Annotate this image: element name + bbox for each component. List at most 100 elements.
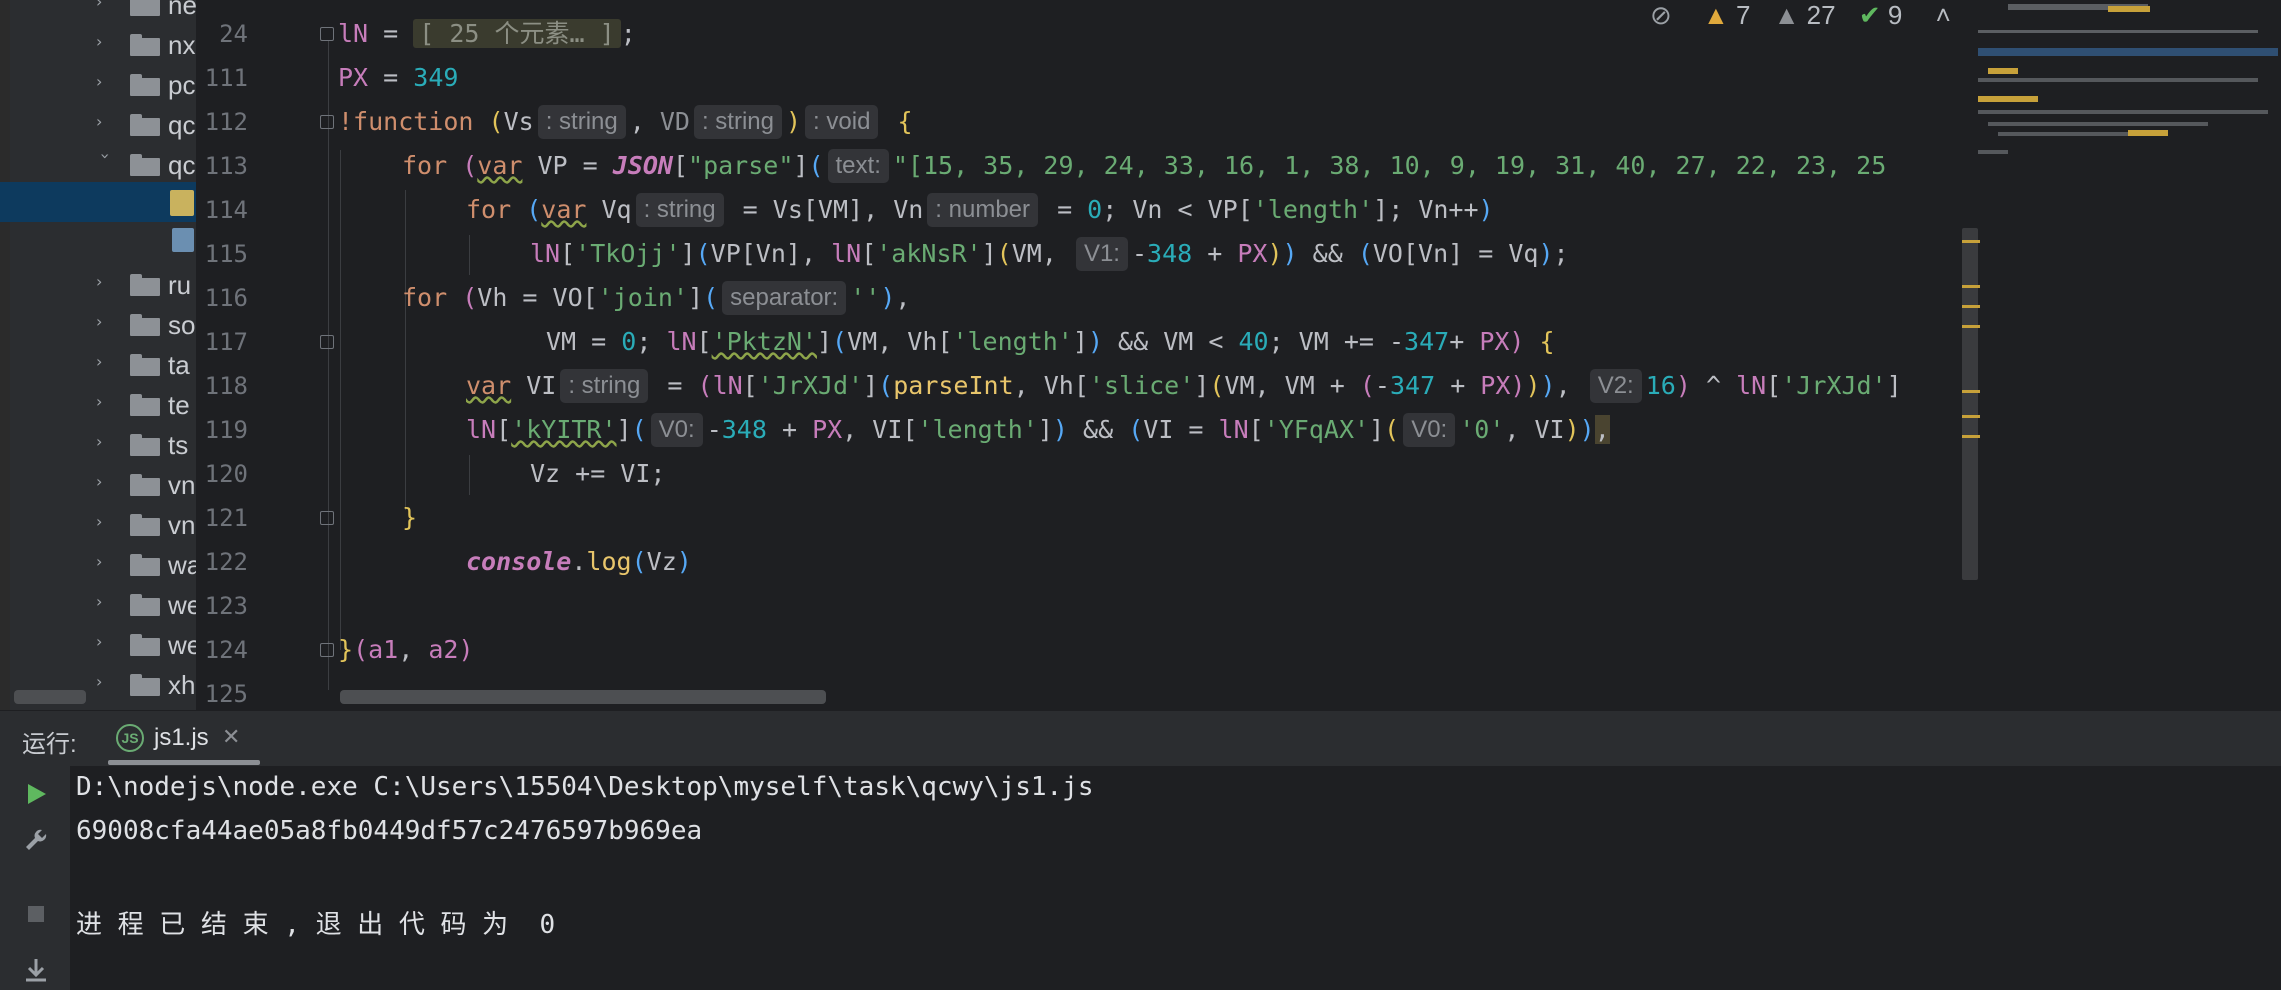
tree-item-label: vn: [168, 470, 196, 500]
type-hint: : string: [635, 193, 724, 227]
warning-stripe[interactable]: [1962, 285, 1980, 288]
type-hint: : number: [927, 193, 1039, 227]
tree-item[interactable]: › vn: [0, 462, 196, 502]
weak-warning-icon[interactable]: ▲: [1774, 0, 1800, 30]
type-hint: : string: [537, 105, 626, 139]
wrench-icon[interactable]: [22, 826, 50, 854]
warning-stripe[interactable]: [1962, 325, 1980, 328]
folder-icon: [130, 674, 160, 696]
indent-guide: [469, 235, 470, 275]
tree-item[interactable]: › qc: [0, 142, 196, 182]
tree-item-label: pc: [168, 70, 196, 100]
stop-icon[interactable]: [22, 900, 50, 928]
chevron-right-icon[interactable]: ›: [96, 393, 114, 411]
chevron-right-icon[interactable]: ›: [96, 433, 114, 451]
folder-icon: [130, 74, 160, 96]
console-line: 69008cfa44ae05a8fb0449df57c2476597b969ea: [76, 816, 703, 846]
tree-item[interactable]: › ne: [0, 0, 196, 22]
chevron-up-icon[interactable]: ˄: [1936, 0, 1951, 30]
tree-item-label: qc: [168, 150, 196, 180]
run-tab[interactable]: JS js1.js ✕: [108, 716, 260, 765]
tree-item[interactable]: › nx: [0, 22, 196, 62]
indent-guide: [405, 190, 406, 510]
tree-item[interactable]: › ta: [0, 342, 196, 382]
tree-item-label: ta: [168, 350, 190, 380]
close-icon[interactable]: ✕: [222, 724, 240, 750]
tree-item[interactable]: › vn: [0, 502, 196, 542]
chevron-right-icon[interactable]: ›: [96, 593, 114, 611]
line-number: 123: [204, 592, 248, 620]
chevron-right-icon[interactable]: ›: [96, 313, 114, 331]
scroll-to-end-icon[interactable]: [22, 956, 50, 984]
folder-icon: [130, 274, 160, 296]
folder-icon: [130, 434, 160, 456]
fold-marker-icon[interactable]: [320, 335, 334, 349]
line-number: 122: [204, 548, 248, 576]
warning-stripe[interactable]: [1962, 435, 1980, 438]
folder-icon: [130, 394, 160, 416]
tree-item[interactable]: › ts: [0, 422, 196, 462]
js-file-icon: JS: [116, 724, 144, 752]
line-number: 121: [204, 504, 248, 532]
chevron-right-icon[interactable]: ›: [96, 553, 114, 571]
type-hint: : void: [805, 105, 879, 139]
warning-stripe[interactable]: [1962, 415, 1980, 418]
editor-vertical-scrollbar[interactable]: [1962, 228, 1978, 580]
minimap[interactable]: [1968, 0, 2281, 180]
tree-item[interactable]: › we: [0, 582, 196, 622]
warning-stripe[interactable]: [1962, 390, 1980, 393]
tree-item[interactable]: › ru: [0, 262, 196, 302]
type-hint: : string: [693, 105, 782, 139]
play-icon[interactable]: [22, 780, 50, 808]
tree-item-label: te: [168, 390, 190, 420]
check-icon[interactable]: ✔: [1859, 0, 1881, 30]
chevron-right-icon[interactable]: ›: [96, 33, 114, 51]
fold-marker-icon[interactable]: [320, 115, 334, 129]
warning-stripe[interactable]: [1962, 240, 1980, 243]
chevron-right-icon[interactable]: ›: [96, 473, 114, 491]
fold-marker-icon[interactable]: [320, 511, 334, 525]
tree-item[interactable]: › so: [0, 302, 196, 342]
run-panel-title: 运行:: [22, 731, 77, 758]
inspection-widget[interactable]: ⊘ ▲ 7 ▲ 27 ✔ 9 ˄ ˅: [1650, 0, 1995, 30]
active-tab-indicator: [108, 760, 260, 765]
folder-icon: [130, 0, 160, 16]
collapsed-region[interactable]: [ 25 个元素… ]: [413, 19, 621, 48]
chevron-right-icon[interactable]: ›: [96, 0, 114, 11]
chevron-right-icon[interactable]: ›: [96, 673, 114, 691]
code-line: for (var Vq: string = Vs[VM], Vn: number…: [466, 188, 1494, 232]
tree-item[interactable]: › te: [0, 382, 196, 422]
param-hint: V2:: [1589, 369, 1642, 403]
chevron-right-icon[interactable]: ›: [96, 513, 114, 531]
chevron-right-icon[interactable]: ›: [96, 113, 114, 131]
run-panel-header: [0, 710, 2281, 767]
chevron-right-icon[interactable]: ›: [96, 633, 114, 651]
tree-item-selected[interactable]: [0, 182, 196, 222]
line-number: 119: [204, 416, 248, 444]
fold-marker-icon[interactable]: [320, 643, 334, 657]
eye-crossed-icon[interactable]: ⊘: [1650, 0, 1672, 30]
chevron-right-icon[interactable]: ›: [96, 353, 114, 371]
folder-icon: [130, 354, 160, 376]
code-line: Vz += VI;: [530, 459, 666, 488]
tree-item[interactable]: › we: [0, 622, 196, 662]
chevron-right-icon[interactable]: ›: [96, 273, 114, 291]
tree-item-label: nx: [168, 30, 196, 60]
folder-icon: [130, 514, 160, 536]
editor-horizontal-scrollbar[interactable]: [340, 690, 826, 704]
tree-item[interactable]: [0, 222, 196, 262]
chevron-right-icon[interactable]: ›: [96, 73, 114, 91]
chevron-down-icon[interactable]: ›: [96, 153, 115, 171]
warning-stripe[interactable]: [1962, 305, 1980, 308]
tree-item[interactable]: › wa: [0, 542, 196, 582]
tree-horizontal-scrollbar[interactable]: [14, 690, 86, 704]
tree-item[interactable]: › qc: [0, 102, 196, 142]
fold-marker-icon[interactable]: [320, 27, 334, 41]
code-line: !function (Vs: string, VD: string): void…: [338, 100, 913, 144]
indent-guide: [469, 455, 470, 495]
code-line: for (Vh = VO['join'](separator: ''),: [402, 276, 910, 320]
tree-item[interactable]: › pc: [0, 62, 196, 102]
tree-item-label: we: [168, 590, 196, 620]
folder-icon: [130, 474, 160, 496]
warning-icon[interactable]: ▲: [1703, 0, 1729, 30]
